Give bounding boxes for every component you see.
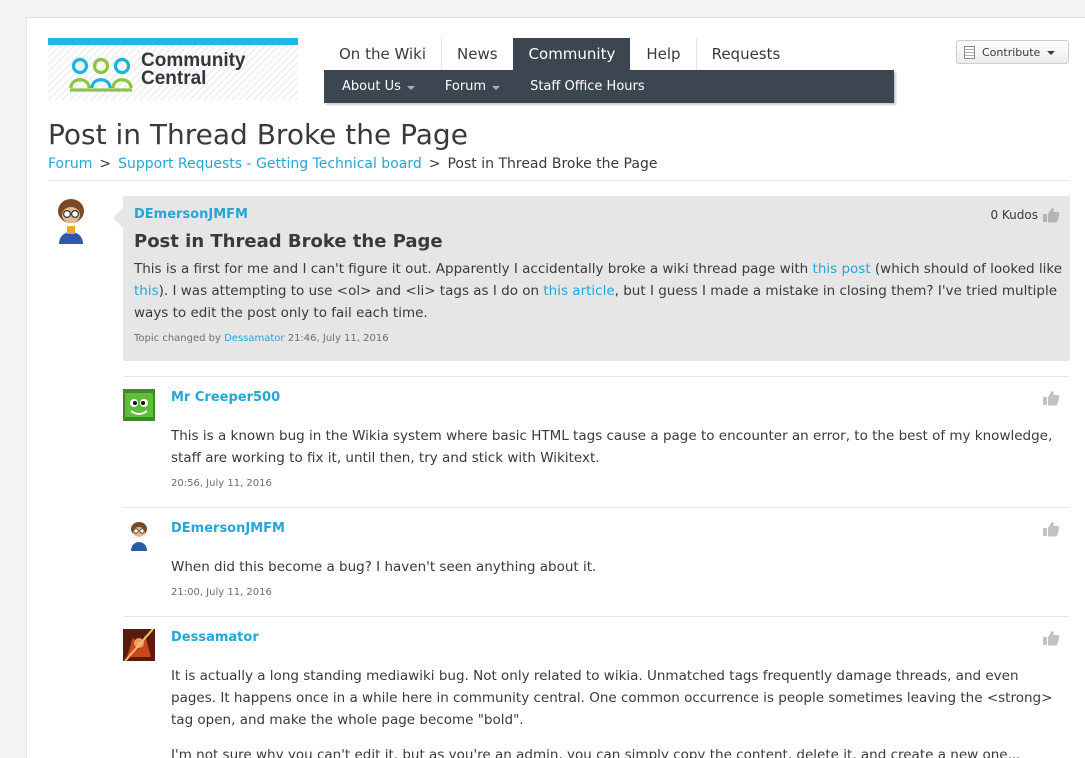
list-item: Dessamator It is actually a long standin…	[123, 616, 1070, 758]
breadcrumb-separator: >	[428, 156, 441, 172]
chevron-down-icon	[1047, 51, 1056, 55]
chevron-down-icon	[492, 85, 501, 90]
breadcrumb-forum[interactable]: Forum	[48, 156, 92, 172]
document-icon	[964, 45, 975, 59]
contribute-button[interactable]: Contribute	[956, 40, 1069, 64]
chevron-down-icon	[406, 85, 415, 90]
reply-body: It is actually a long standing mediawiki…	[171, 665, 1056, 758]
reply-author-link[interactable]: DEmersonJMFM	[171, 521, 285, 536]
title-divider	[48, 180, 1070, 181]
this-link[interactable]: this	[134, 283, 159, 299]
reply-paragraph: It is actually a long standing mediawiki…	[171, 668, 1053, 728]
subnav-forum[interactable]: Forum	[430, 79, 515, 94]
meta-user-link[interactable]: Dessamator	[224, 333, 284, 344]
top-navigation: On the Wiki News Community Help Requests	[324, 38, 795, 70]
breadcrumb-separator: >	[99, 156, 112, 172]
post-body: This is a first for me and I can't figur…	[134, 258, 1064, 324]
reply-timestamp: 21:00, July 11, 2016	[171, 587, 272, 598]
community-people-icon	[69, 57, 133, 92]
breadcrumb-current: Post in Thread Broke the Page	[447, 156, 658, 172]
reply-body: This is a known bug in the Wikia system …	[171, 428, 1053, 466]
logo-wordmark[interactable]: Community Central	[141, 51, 246, 89]
post-meta: Topic changed by Dessamator 21:46, July …	[134, 333, 389, 344]
meta-time: 21:46, July 11, 2016	[284, 333, 389, 344]
kudos-count: 0 Kudos	[990, 208, 1038, 222]
avatar[interactable]	[123, 389, 155, 421]
reply-body: When did this become a bug? I haven't se…	[171, 559, 597, 575]
list-item: Mr Creeper500 This is a known bug in the…	[123, 376, 1070, 507]
meta-prefix: Topic changed by	[134, 333, 225, 344]
reply-author-link[interactable]: Dessamator	[171, 630, 259, 645]
page-title: Post in Thread Broke the Page	[48, 118, 468, 151]
post-text: This is a first for me and I can't figur…	[134, 261, 813, 277]
tab-requests[interactable]: Requests	[695, 38, 796, 70]
breadcrumb-board[interactable]: Support Requests - Getting Technical boa…	[118, 156, 422, 172]
subnav-forum-label: Forum	[444, 79, 487, 94]
subnav-about-us[interactable]: About Us	[327, 79, 430, 94]
this-post-link[interactable]: this post	[813, 261, 871, 277]
subnav-staff-office-hours-label: Staff Office Hours	[530, 79, 645, 94]
tab-on-the-wiki[interactable]: On the Wiki	[324, 38, 441, 70]
subnav-about-us-label: About Us	[342, 79, 401, 94]
thread-original-post: DEmersonJMFM 0 Kudos Post in Thread Brok…	[113, 196, 1070, 361]
avatar[interactable]	[123, 629, 155, 661]
reply-timestamp: 20:56, July 11, 2016	[171, 478, 272, 489]
reply-author-link[interactable]: Mr Creeper500	[171, 390, 280, 405]
post-author-link[interactable]: DEmersonJMFM	[134, 207, 248, 222]
list-item: DEmersonJMFM When did this become a bug?…	[123, 507, 1070, 616]
post-text: (which should of looked like	[870, 261, 1063, 277]
kudos-control[interactable]: 0 Kudos	[990, 207, 1060, 223]
avatar[interactable]	[123, 520, 155, 552]
tab-news[interactable]: News	[441, 38, 513, 70]
breadcrumb: Forum > Support Requests - Getting Technic…	[48, 156, 657, 172]
wiki-page: Community Central On the Wiki News Commu…	[26, 17, 1085, 758]
contribute-label: Contribute	[982, 45, 1041, 59]
logo-line-2: Central	[141, 68, 207, 89]
avatar[interactable]	[53, 196, 89, 246]
thumbs-up-icon[interactable]	[1042, 630, 1060, 646]
community-subnav: About Us Forum Staff Office Hours	[324, 70, 894, 103]
reply-paragraph: I'm not sure why you can't edit it, but …	[171, 747, 1021, 758]
tab-help[interactable]: Help	[630, 38, 695, 70]
this-article-link[interactable]: this article	[543, 283, 614, 299]
post-text: ). I was attempting to use <ol> and <li>…	[158, 283, 544, 299]
thread-title: Post in Thread Broke the Page	[134, 231, 443, 252]
tab-community[interactable]: Community	[512, 38, 631, 70]
subnav-staff-office-hours[interactable]: Staff Office Hours	[515, 79, 660, 94]
logo-accent-bar	[48, 38, 298, 45]
thumbs-up-icon[interactable]	[1042, 390, 1060, 406]
thumbs-up-icon[interactable]	[1042, 521, 1060, 537]
thumbs-up-icon[interactable]	[1042, 207, 1060, 223]
